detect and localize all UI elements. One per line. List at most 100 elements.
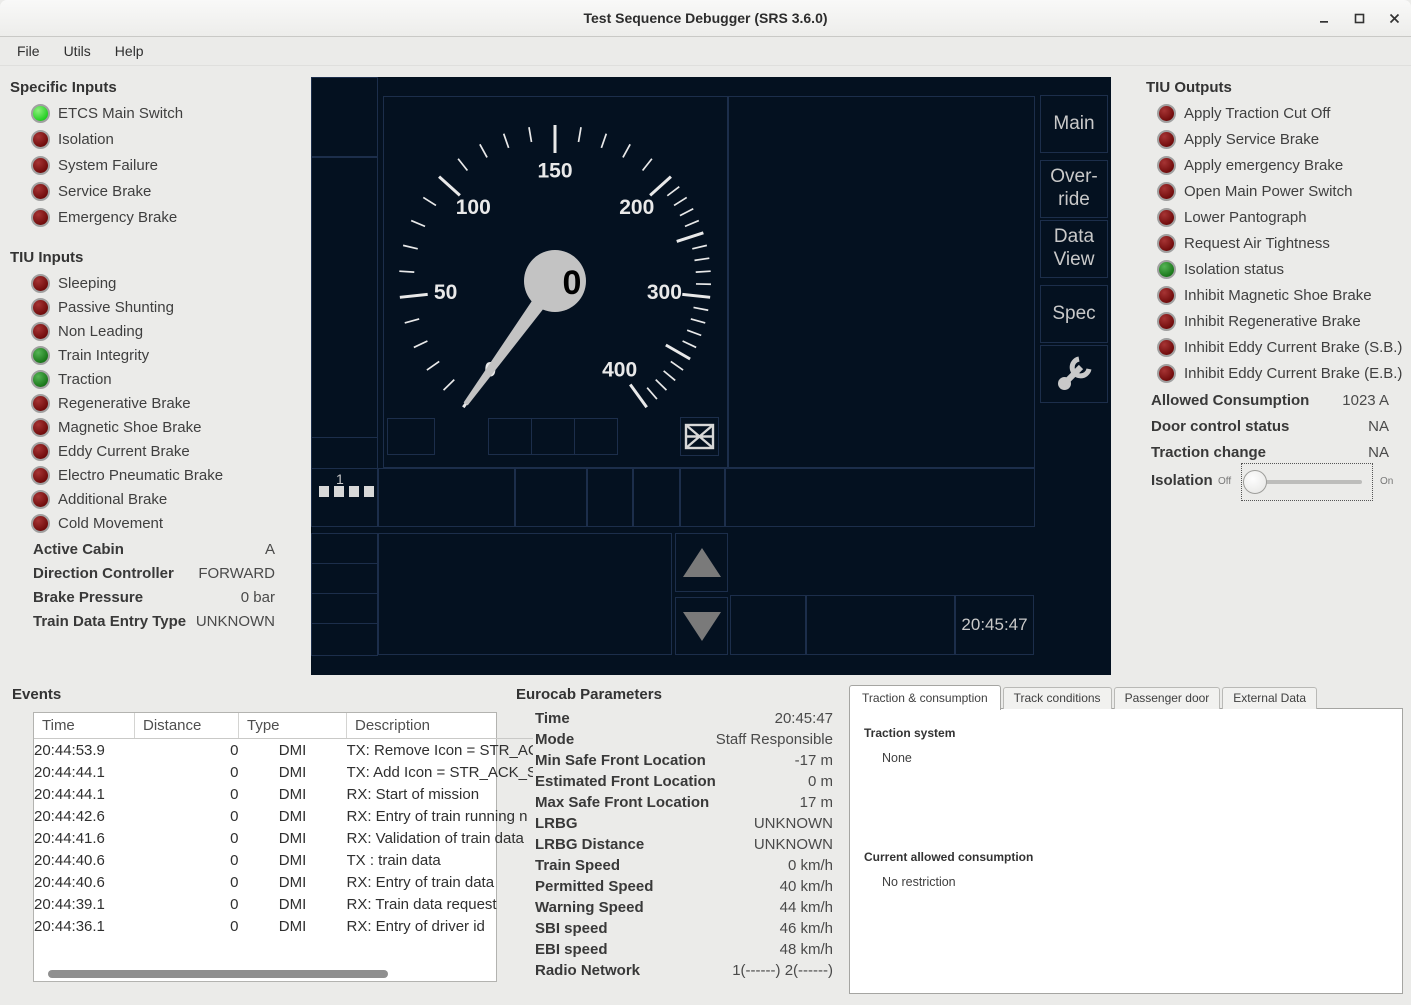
gauge-label: 200 [619, 196, 654, 219]
dmi-button-data-view[interactable]: Data View [1040, 220, 1108, 278]
event-row[interactable]: 20:44:40.60DMIRX: Entry of train data [34, 871, 533, 893]
led-label: Open Main Power Switch [1184, 183, 1352, 200]
event-row[interactable]: 20:44:39.10DMIRX: Train data request [34, 893, 533, 915]
led-item-request-air-tightness: Request Air Tightness [1146, 230, 1406, 256]
led-indicator[interactable] [31, 156, 50, 175]
close-button[interactable] [1387, 11, 1401, 25]
event-cell: DMI [239, 915, 347, 937]
param-value: NA [1368, 444, 1389, 461]
scroll-up-button[interactable] [675, 533, 728, 592]
current-speed-value: 0 [563, 264, 582, 302]
dmi-cell [311, 593, 378, 624]
scroll-down-button[interactable] [675, 597, 728, 655]
event-row[interactable]: 20:44:44.10DMIRX: Start of mission [34, 783, 533, 805]
tab-traction-consumption[interactable]: Traction & consumption [849, 685, 1001, 710]
dmi-button-spec[interactable]: Spec [1040, 285, 1108, 343]
param-row-max-safe-front-location: Max Safe Front Location17 m [535, 792, 833, 813]
event-cell: 20:44:41.6 [34, 827, 135, 849]
isolation-slider[interactable] [1241, 463, 1373, 501]
param-row-permitted-speed: Permitted Speed40 km/h [535, 876, 833, 897]
tab-external-data[interactable]: External Data [1222, 687, 1317, 709]
led-indicator[interactable] [31, 418, 50, 437]
event-cell: 20:44:44.1 [34, 761, 135, 783]
param-label: Estimated Front Location [535, 773, 716, 790]
event-row[interactable]: 20:44:40.60DMITX : train data [34, 849, 533, 871]
arrow-down-icon [683, 612, 721, 641]
menu-item-file[interactable]: File [6, 39, 51, 63]
event-row[interactable]: 20:44:44.10DMITX: Add Icon = STR_ACK_S [34, 761, 533, 783]
param-label: Train Speed [535, 857, 620, 874]
param-label: Brake Pressure [33, 589, 143, 606]
dmi-clock: 20:45:47 [956, 596, 1033, 654]
tab-track-conditions[interactable]: Track conditions [1003, 687, 1112, 709]
tab-bar: Traction & consumptionTrack conditionsPa… [849, 686, 1319, 709]
led-indicator[interactable] [31, 322, 50, 341]
minimize-button[interactable] [1317, 11, 1331, 25]
led-indicator [1157, 286, 1176, 305]
message-area [378, 533, 672, 655]
param-label: Allowed Consumption [1151, 392, 1309, 409]
param-label: Door control status [1151, 418, 1289, 435]
event-cell: RX: Entry of train running n [347, 805, 534, 827]
menu-item-utils[interactable]: Utils [53, 39, 102, 63]
tab-passenger-door[interactable]: Passenger door [1114, 687, 1221, 709]
led-indicator[interactable] [31, 466, 50, 485]
param-value: 1023 A [1342, 392, 1389, 409]
led-indicator[interactable] [31, 490, 50, 509]
dmi-cell [311, 563, 378, 594]
led-indicator[interactable] [31, 514, 50, 533]
event-cell: 20:44:42.6 [34, 805, 135, 827]
dmi-button-settings[interactable] [1040, 345, 1108, 403]
param-row-traction-change: Traction changeNA [1151, 439, 1389, 465]
event-row[interactable]: 20:44:42.60DMIRX: Entry of train running… [34, 805, 533, 827]
level-balise-mark [319, 486, 329, 497]
param-row-time: Time20:45:47 [535, 708, 833, 729]
param-label: LRBG Distance [535, 836, 644, 853]
maximize-button[interactable] [1352, 11, 1366, 25]
event-cell: TX: Remove Icon = STR_AC [347, 739, 534, 762]
eurocab-params-list: Time20:45:47ModeStaff ResponsibleMin Saf… [535, 708, 833, 981]
dmi-cell [378, 468, 515, 527]
led-indicator[interactable] [31, 130, 50, 149]
led-item-sleeping: Sleeping [10, 271, 300, 295]
led-indicator[interactable] [31, 298, 50, 317]
led-indicator[interactable] [31, 442, 50, 461]
param-label: LRBG [535, 815, 578, 832]
led-indicator[interactable] [31, 274, 50, 293]
led-item-apply-emergency-brake: Apply emergency Brake [1146, 152, 1406, 178]
led-indicator[interactable] [31, 370, 50, 389]
led-indicator[interactable] [31, 104, 50, 123]
isolation-label: Isolation [1151, 472, 1213, 489]
column-header-time[interactable]: Time [34, 713, 135, 739]
led-item-lower-pantograph: Lower Pantograph [1146, 204, 1406, 230]
menu-item-help[interactable]: Help [104, 39, 155, 63]
dmi-cell [587, 468, 633, 527]
led-label: Cold Movement [58, 515, 163, 532]
led-indicator[interactable] [31, 394, 50, 413]
slider-track [1254, 480, 1362, 484]
event-row[interactable]: 20:44:41.60DMIRX: Validation of train da… [34, 827, 533, 849]
led-label: Passive Shunting [58, 299, 174, 316]
event-row[interactable]: 20:44:36.10DMIRX: Entry of driver id [34, 915, 533, 937]
led-label: Service Brake [58, 183, 151, 200]
event-cell: DMI [239, 849, 347, 871]
column-header-type[interactable]: Type [239, 713, 347, 739]
event-cell: TX : train data [347, 849, 534, 871]
dmi-button-over-ride[interactable]: Over- ride [1040, 160, 1108, 218]
dmi-button-main[interactable]: Main [1040, 95, 1108, 153]
mode-symbol-cell [680, 417, 719, 456]
event-cell: 0 [135, 805, 239, 827]
led-indicator[interactable] [31, 208, 50, 227]
slider-thumb[interactable] [1243, 470, 1267, 494]
param-value: FORWARD [198, 565, 275, 582]
event-row[interactable]: 20:44:53.90DMITX: Remove Icon = STR_AC [34, 739, 533, 762]
events-panel: TimeDistanceTypeDescription 20:44:53.90D… [33, 712, 497, 982]
param-label: Active Cabin [33, 541, 124, 558]
column-header-description[interactable]: Description [347, 713, 534, 739]
led-indicator[interactable] [31, 346, 50, 365]
param-value: 44 km/h [780, 899, 833, 916]
param-row-train-speed: Train Speed0 km/h [535, 855, 833, 876]
scrollbar-thumb[interactable] [48, 970, 388, 978]
led-indicator[interactable] [31, 182, 50, 201]
column-header-distance[interactable]: Distance [135, 713, 239, 739]
